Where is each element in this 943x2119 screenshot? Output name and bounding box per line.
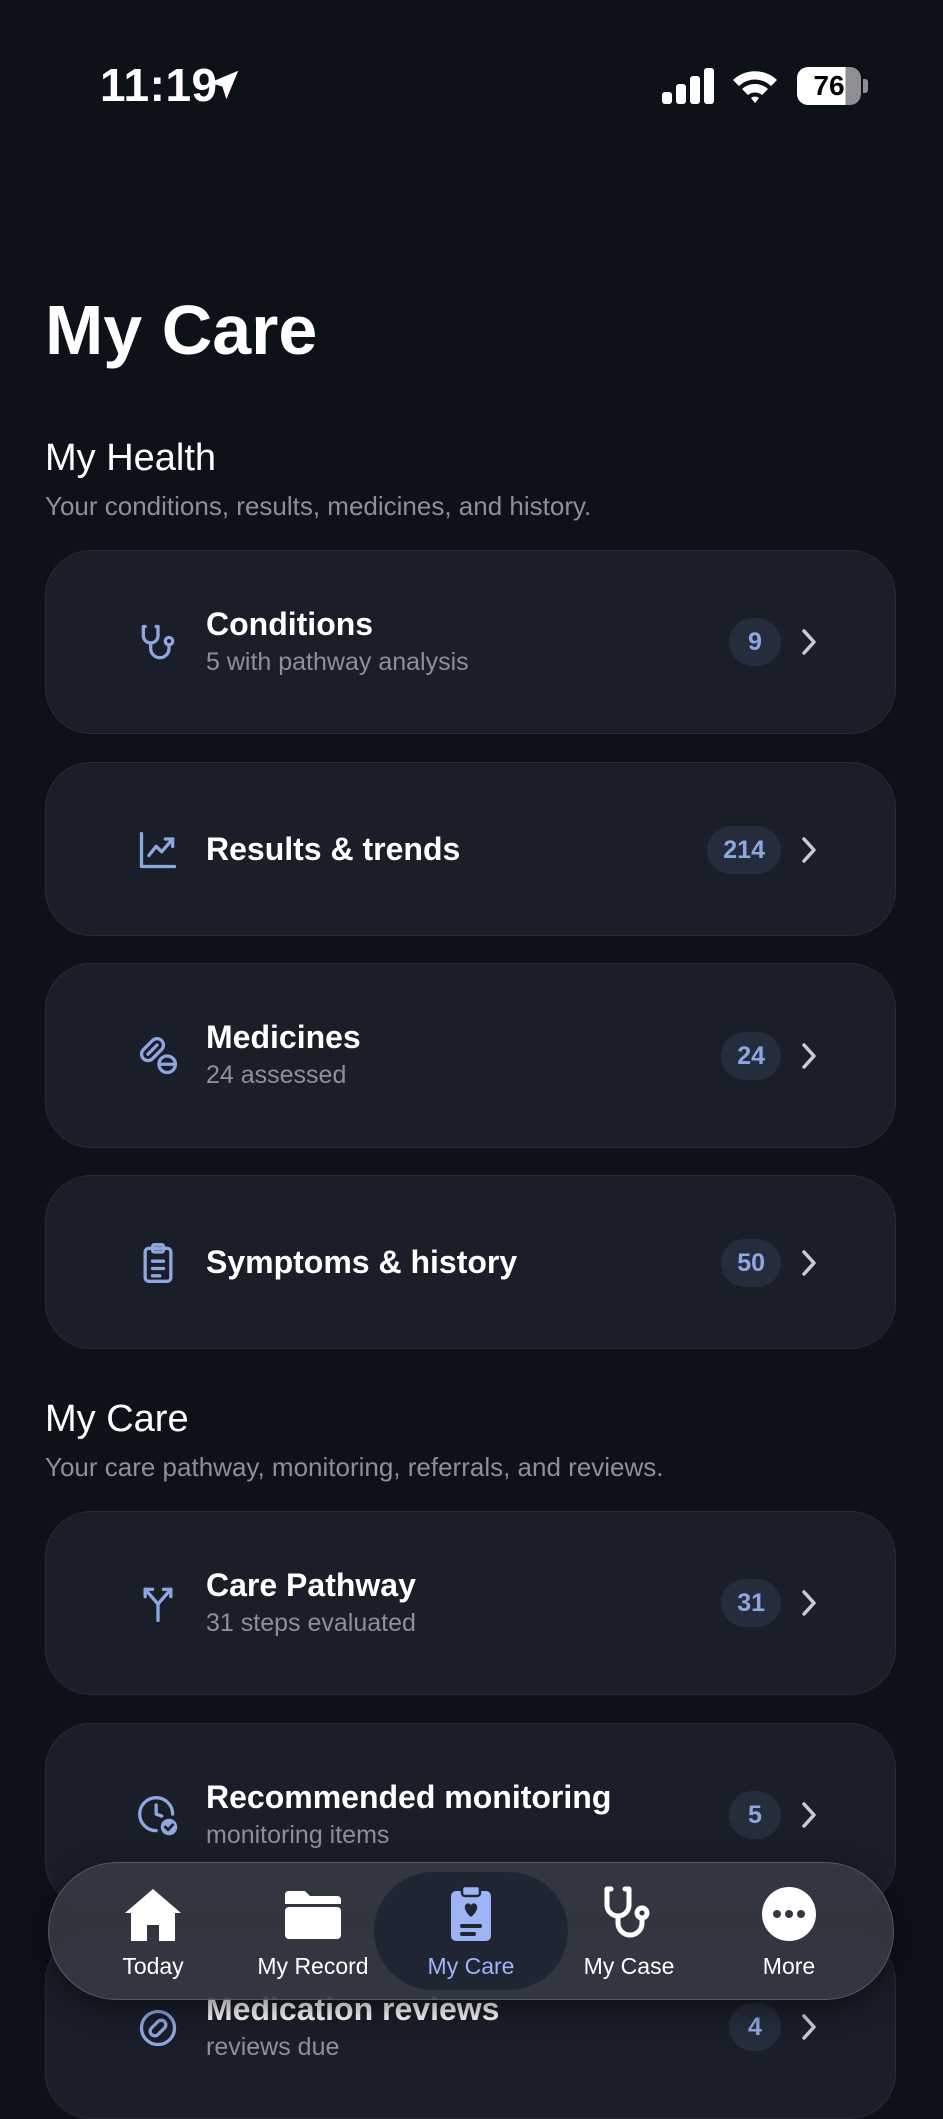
tab-label: My Record (257, 1953, 369, 1979)
chevron-right-icon (802, 1590, 816, 1616)
count-badge: 4 (729, 2003, 781, 2051)
card-medicines[interactable]: Medicines 24 assessed 24 (45, 963, 896, 1148)
status-bar: 11:19 76 (0, 0, 943, 120)
card-subtitle: 31 steps evaluated (206, 1609, 416, 1637)
tab-my-care[interactable]: My Care (391, 1863, 551, 1999)
tab-bar: Today My Record My Care My Case More (48, 1862, 894, 2000)
tab-today[interactable]: Today (73, 1863, 233, 1999)
house-icon (125, 1889, 181, 1941)
folder-icon (285, 1891, 341, 1939)
tab-more[interactable]: More (709, 1863, 869, 1999)
chevron-right-icon (802, 1802, 816, 1828)
card-symptoms-history[interactable]: Symptoms & history 50 (45, 1175, 896, 1349)
count-badge: 214 (707, 826, 781, 874)
chevron-right-icon (802, 2014, 816, 2040)
ellipsis-circle-icon (762, 1887, 816, 1941)
tab-label: More (762, 1953, 816, 1979)
section-title-my-care: My Care (45, 1398, 189, 1440)
count-badge: 24 (721, 1032, 781, 1080)
clipboard-heart-icon (451, 1885, 491, 1941)
section-subtitle-my-health: Your conditions, results, medicines, and… (45, 491, 592, 521)
chevron-right-icon (802, 1250, 816, 1276)
card-subtitle: monitoring items (206, 1821, 390, 1849)
count-badge: 31 (721, 1579, 781, 1627)
tab-label: My Case (583, 1953, 675, 1979)
count-badge: 50 (721, 1239, 781, 1287)
section-subtitle-my-care: Your care pathway, monitoring, referrals… (45, 1452, 664, 1482)
tab-label: Today (122, 1953, 184, 1979)
stethoscope-icon (604, 1886, 650, 1938)
chevron-right-icon (802, 1043, 816, 1069)
cellular-signal-icon (662, 68, 714, 104)
tab-my-record[interactable]: My Record (233, 1863, 393, 1999)
branch-icon (143, 1587, 173, 1623)
card-title: Conditions (206, 606, 374, 642)
wifi-icon (733, 71, 777, 103)
card-care-pathway[interactable]: Care Pathway 31 steps evaluated 31 (45, 1511, 896, 1695)
page-title: My Care (45, 291, 318, 369)
card-subtitle: 24 assessed (206, 1061, 347, 1089)
pill-circle-icon (139, 2009, 177, 2047)
stethoscope-icon (141, 624, 175, 660)
chart-trend-icon (139, 831, 177, 869)
count-badge: 9 (729, 618, 781, 666)
card-title: Medicines (206, 1019, 361, 1055)
card-title: Symptoms & history (206, 1244, 518, 1280)
pill-icon (139, 1036, 178, 1075)
battery-icon: 76 (797, 67, 868, 105)
status-time: 11:19 (100, 59, 218, 111)
tab-label: My Care (427, 1953, 515, 1979)
card-title: Results & trends (206, 831, 461, 867)
card-subtitle: 5 with pathway analysis (206, 648, 469, 676)
section-title-my-health: My Health (45, 437, 217, 479)
clock-check-icon (138, 1796, 178, 1836)
clipboard-list-icon (143, 1243, 173, 1283)
tab-my-case[interactable]: My Case (549, 1863, 709, 1999)
card-title: Care Pathway (206, 1567, 416, 1603)
card-results-trends[interactable]: Results & trends 214 (45, 762, 896, 936)
card-title: Recommended monitoring (206, 1779, 612, 1815)
count-badge: 5 (729, 1791, 781, 1839)
battery-level: 76 (813, 70, 845, 101)
chevron-right-icon (802, 629, 816, 655)
card-conditions[interactable]: Conditions 5 with pathway analysis 9 (45, 550, 896, 734)
chevron-right-icon (802, 837, 816, 863)
location-arrow-icon (209, 70, 239, 100)
